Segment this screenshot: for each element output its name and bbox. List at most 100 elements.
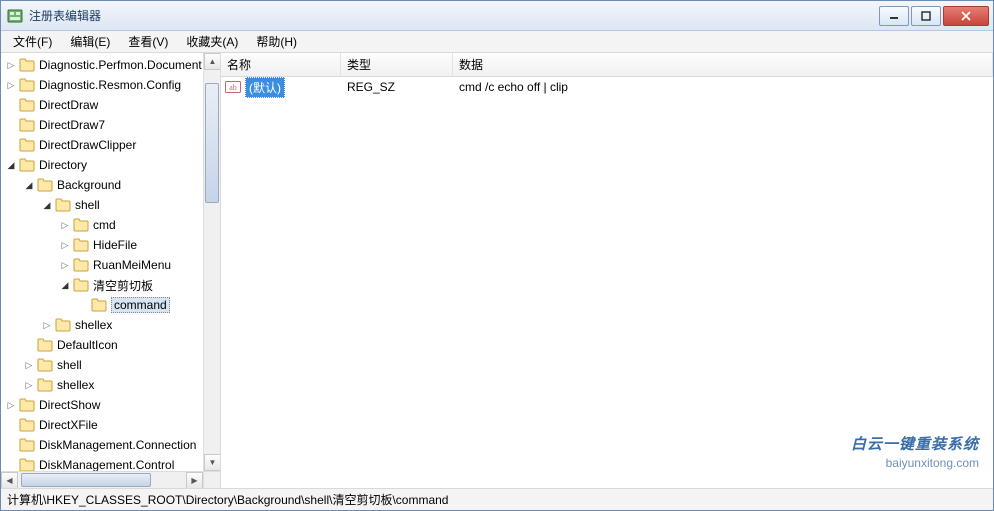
expand-icon[interactable]: ▷ bbox=[59, 239, 71, 251]
tree-node-label: DirectXFile bbox=[39, 418, 98, 432]
scroll-right-icon[interactable]: ▶ bbox=[186, 472, 203, 488]
app-icon bbox=[7, 8, 23, 24]
collapse-icon[interactable]: ◢ bbox=[59, 279, 71, 291]
value-type: REG_SZ bbox=[341, 80, 453, 94]
tree-node-label: DefaultIcon bbox=[57, 338, 118, 352]
tree-node-label: cmd bbox=[93, 218, 116, 232]
tree-node[interactable]: ▷DiskManagement.Connection bbox=[1, 435, 220, 455]
status-bar: 计算机\HKEY_CLASSES_ROOT\Directory\Backgrou… bbox=[1, 488, 993, 510]
tree-node-label: HideFile bbox=[93, 238, 137, 252]
tree-node[interactable]: ▷DirectDraw bbox=[1, 95, 220, 115]
watermark-title: 白云一键重装系统 bbox=[851, 433, 979, 454]
col-data[interactable]: 数据 bbox=[453, 53, 993, 76]
scroll-left-icon[interactable]: ◀ bbox=[1, 472, 18, 488]
col-type[interactable]: 类型 bbox=[341, 53, 453, 76]
tree-node-label: command bbox=[111, 297, 170, 313]
col-name[interactable]: 名称 bbox=[221, 53, 341, 76]
registry-tree[interactable]: ▷ Diagnostic.Perfmon.Document ▷Diagnostic.… bbox=[1, 53, 220, 488]
scroll-up-icon[interactable]: ▲ bbox=[204, 53, 221, 70]
folder-icon bbox=[19, 78, 35, 92]
menu-view[interactable]: 查看(V) bbox=[120, 31, 176, 52]
tree-node[interactable]: ▷ shell bbox=[1, 355, 220, 375]
tree-node-label: Diagnostic.Perfmon.Document bbox=[39, 58, 202, 72]
menu-edit[interactable]: 编辑(E) bbox=[62, 31, 118, 52]
tree-node-label: shell bbox=[57, 358, 82, 372]
scroll-thumb[interactable] bbox=[21, 473, 151, 487]
collapse-icon[interactable]: ◢ bbox=[41, 199, 53, 211]
tree-node[interactable]: ▷DirectDraw7 bbox=[1, 115, 220, 135]
folder-icon bbox=[37, 338, 53, 352]
expand-icon[interactable]: ▷ bbox=[5, 399, 17, 411]
tree-node[interactable]: ▷DirectXFile bbox=[1, 415, 220, 435]
collapse-icon[interactable]: ◢ bbox=[23, 179, 35, 191]
value-data: cmd /c echo off | clip bbox=[453, 80, 993, 94]
tree-node[interactable]: ▷DirectDrawClipper bbox=[1, 135, 220, 155]
folder-icon bbox=[19, 58, 35, 72]
folder-icon bbox=[37, 178, 53, 192]
expand-icon[interactable]: ▷ bbox=[23, 379, 35, 391]
expand-icon[interactable]: ▷ bbox=[23, 359, 35, 371]
folder-icon bbox=[19, 418, 35, 432]
maximize-button[interactable] bbox=[911, 6, 941, 26]
values-header: 名称 类型 数据 bbox=[221, 53, 993, 77]
svg-text:ab: ab bbox=[229, 83, 237, 92]
tree-node-label: shellex bbox=[57, 378, 94, 392]
status-path: 计算机\HKEY_CLASSES_ROOT\Directory\Backgrou… bbox=[7, 491, 448, 508]
menu-file[interactable]: 文件(F) bbox=[5, 31, 60, 52]
menu-favorites[interactable]: 收藏夹(A) bbox=[178, 31, 246, 52]
tree-vertical-scrollbar[interactable]: ▲ ▼ bbox=[203, 53, 220, 471]
close-button[interactable] bbox=[943, 6, 989, 26]
string-value-icon: ab bbox=[225, 79, 241, 95]
registry-editor-window: 注册表编辑器 文件(F) 编辑(E) 查看(V) 收藏夹(A) 帮助(H) ▷D… bbox=[0, 0, 994, 511]
tree-node-label: DirectDraw bbox=[39, 98, 98, 112]
tree-node[interactable]: ▷ DirectShow bbox=[1, 395, 220, 415]
tree-node[interactable]: ◢shell bbox=[1, 195, 220, 215]
folder-icon bbox=[73, 258, 89, 272]
tree-node-label: 清空剪切板 bbox=[93, 277, 153, 294]
tree-node-label: Directory bbox=[39, 158, 87, 172]
tree-node[interactable]: ▷ RuanMeiMenu bbox=[1, 255, 220, 275]
values-pane: 名称 类型 数据 ab (默认) REG_SZ cmd /c echo off … bbox=[221, 53, 993, 488]
expand-icon[interactable]: ▷ bbox=[59, 219, 71, 231]
tree-node[interactable]: ▷Diagnostic.Resmon.Config bbox=[1, 75, 220, 95]
tree-node[interactable]: ▷ shellex bbox=[1, 315, 220, 335]
value-row[interactable]: ab (默认) REG_SZ cmd /c echo off | clip bbox=[221, 77, 993, 97]
tree-node[interactable]: ▷command bbox=[1, 295, 220, 315]
menubar: 文件(F) 编辑(E) 查看(V) 收藏夹(A) 帮助(H) bbox=[1, 31, 993, 53]
tree-node[interactable]: ▷ Diagnostic.Perfmon.Document bbox=[1, 55, 220, 75]
window-title: 注册表编辑器 bbox=[29, 7, 877, 24]
folder-icon bbox=[19, 158, 35, 172]
body: ▷ Diagnostic.Perfmon.Document ▷Diagnostic.… bbox=[1, 53, 993, 488]
minimize-button[interactable] bbox=[879, 6, 909, 26]
tree-horizontal-scrollbar[interactable]: ◀ ▶ bbox=[1, 471, 203, 488]
folder-icon bbox=[37, 358, 53, 372]
expand-icon[interactable]: ▷ bbox=[59, 259, 71, 271]
expand-icon[interactable]: ▷ bbox=[41, 319, 53, 331]
tree-node-label: DiskManagement.Connection bbox=[39, 438, 196, 452]
folder-icon bbox=[55, 198, 71, 212]
expand-icon[interactable]: ▷ bbox=[5, 79, 17, 91]
menu-help[interactable]: 帮助(H) bbox=[248, 31, 305, 52]
tree-node-label: RuanMeiMenu bbox=[93, 258, 171, 272]
tree-node[interactable]: ▷ shellex bbox=[1, 375, 220, 395]
tree-node[interactable]: ▷ HideFile bbox=[1, 235, 220, 255]
value-name: (默认) bbox=[245, 77, 285, 98]
folder-icon bbox=[91, 298, 107, 312]
tree-node-label: DirectShow bbox=[39, 398, 100, 412]
tree-node[interactable]: ◢Background bbox=[1, 175, 220, 195]
tree-node[interactable]: ▷ cmd bbox=[1, 215, 220, 235]
scroll-thumb[interactable] bbox=[205, 83, 219, 203]
tree-node[interactable]: ▷DefaultIcon bbox=[1, 335, 220, 355]
collapse-icon[interactable]: ◢ bbox=[5, 159, 17, 171]
titlebar[interactable]: 注册表编辑器 bbox=[1, 1, 993, 31]
folder-icon bbox=[19, 398, 35, 412]
expand-icon[interactable]: ▷ bbox=[5, 59, 17, 71]
scroll-corner bbox=[203, 471, 220, 488]
tree-node-label: shellex bbox=[75, 318, 112, 332]
tree-node-label: DirectDraw7 bbox=[39, 118, 105, 132]
tree-node[interactable]: ◢ 清空剪切板 bbox=[1, 275, 220, 295]
folder-icon bbox=[19, 458, 35, 472]
values-list[interactable]: ab (默认) REG_SZ cmd /c echo off | clip bbox=[221, 77, 993, 488]
scroll-down-icon[interactable]: ▼ bbox=[204, 454, 221, 471]
tree-node[interactable]: ◢ Directory bbox=[1, 155, 220, 175]
